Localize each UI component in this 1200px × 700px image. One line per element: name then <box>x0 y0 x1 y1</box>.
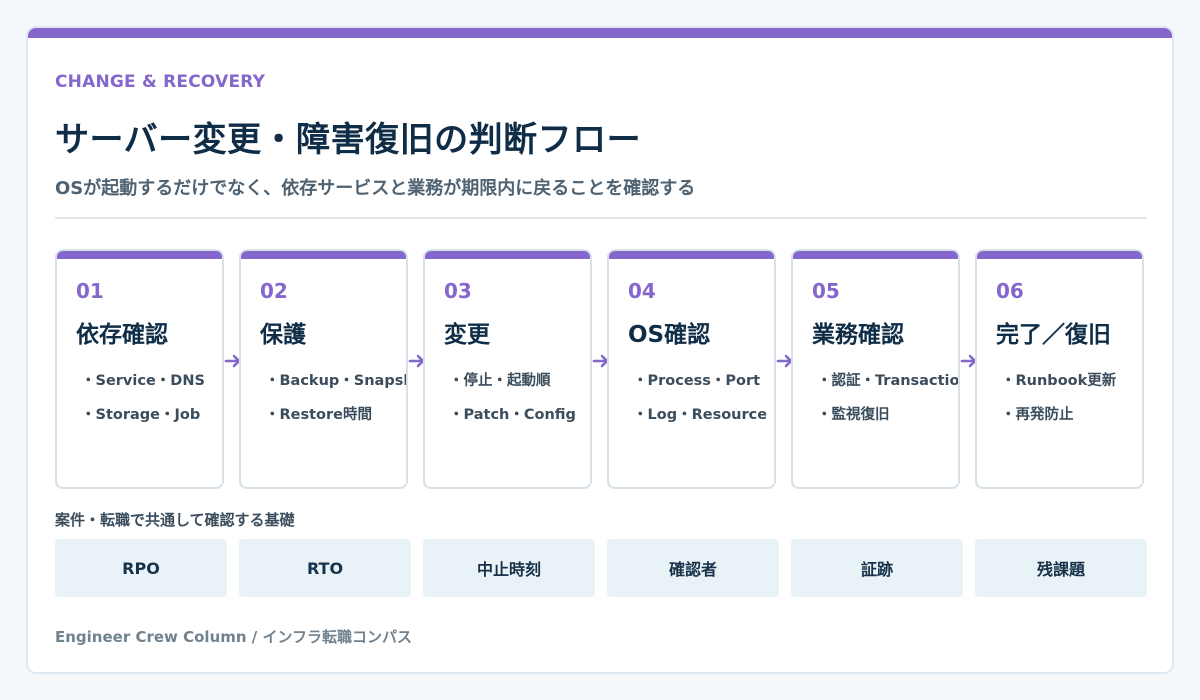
step-title: 業務確認 <box>812 322 904 348</box>
step-item: 認証・Transaction <box>817 371 959 405</box>
step-items: 停止・起動順 Patch・Config <box>449 371 576 439</box>
step-title: 保護 <box>260 322 306 348</box>
step-number: 01 <box>76 279 104 303</box>
step-accent-bar <box>977 251 1142 259</box>
step-item: 監視復旧 <box>817 405 958 439</box>
step-item: Log・Resource <box>633 405 768 439</box>
step-items: 認証・Transaction 監視復旧 <box>817 371 959 439</box>
step-number: 03 <box>444 279 472 303</box>
page-subtitle: OSが起動するだけでなく、依存サービスと業務が期限内に戻ることを確認する <box>55 178 696 199</box>
step-item: 停止・起動順 <box>449 371 576 405</box>
step-accent-bar <box>57 251 222 259</box>
step-card-3: 03 変更 停止・起動順 Patch・Config <box>423 249 592 489</box>
step-number: 02 <box>260 279 288 303</box>
infographic-card: CHANGE & RECOVERY サーバー変更・障害復旧の判断フロー OSが起… <box>26 26 1174 674</box>
step-item: Runbook更新 <box>1001 371 1117 405</box>
step-number: 05 <box>812 279 840 303</box>
basics-label: 案件・転職で共通して確認する基礎 <box>55 511 295 529</box>
step-accent-bar <box>241 251 406 259</box>
step-accent-bar <box>425 251 590 259</box>
chip-confirmer: 確認者 <box>607 539 779 597</box>
footer-credit: Engineer Crew Column / インフラ転職コンパス <box>55 628 413 646</box>
step-card-1: 01 依存確認 Service・DNS Storage・Job <box>55 249 224 489</box>
step-accent-bar <box>609 251 774 259</box>
chip-remaining-issues: 残課題 <box>975 539 1147 597</box>
step-item: Patch・Config <box>449 405 576 439</box>
step-item: Service・DNS <box>81 371 205 405</box>
step-card-4: 04 OS確認 Process・Port Log・Resource <box>607 249 776 489</box>
step-items: Process・Port Log・Resource <box>633 371 768 439</box>
step-title: 変更 <box>444 322 490 348</box>
header-divider <box>55 217 1147 219</box>
step-number: 04 <box>628 279 656 303</box>
step-card-5: 05 業務確認 認証・Transaction 監視復旧 <box>791 249 960 489</box>
step-item: Process・Port <box>633 371 767 405</box>
step-item: Restore時間 <box>265 405 406 439</box>
step-item: Backup・Snapshot <box>265 371 407 405</box>
step-item: Storage・Job <box>81 405 205 439</box>
chip-rpo: RPO <box>55 539 227 597</box>
chip-rto: RTO <box>239 539 411 597</box>
step-card-2: 02 保護 Backup・Snapshot Restore時間 <box>239 249 408 489</box>
step-items: Runbook更新 再発防止 <box>1001 371 1117 439</box>
flow-steps: 01 依存確認 Service・DNS Storage・Job 02 保護 Ba… <box>55 249 1147 489</box>
basics-chips: RPO RTO 中止時刻 確認者 証跡 残課題 <box>55 539 1147 597</box>
step-title: 依存確認 <box>76 322 168 348</box>
chip-evidence: 証跡 <box>791 539 963 597</box>
step-title: OS確認 <box>628 322 711 348</box>
chip-stop-time: 中止時刻 <box>423 539 595 597</box>
top-accent-bar <box>28 28 1172 38</box>
step-number: 06 <box>996 279 1024 303</box>
step-item: 再発防止 <box>1001 405 1116 439</box>
step-items: Service・DNS Storage・Job <box>81 371 205 439</box>
step-title: 完了／復旧 <box>996 322 1111 348</box>
step-card-6: 06 完了／復旧 Runbook更新 再発防止 <box>975 249 1144 489</box>
eyebrow-label: CHANGE & RECOVERY <box>55 72 266 92</box>
step-items: Backup・Snapshot Restore時間 <box>265 371 407 439</box>
page-title: サーバー変更・障害復旧の判断フロー <box>55 120 642 160</box>
step-accent-bar <box>793 251 958 259</box>
